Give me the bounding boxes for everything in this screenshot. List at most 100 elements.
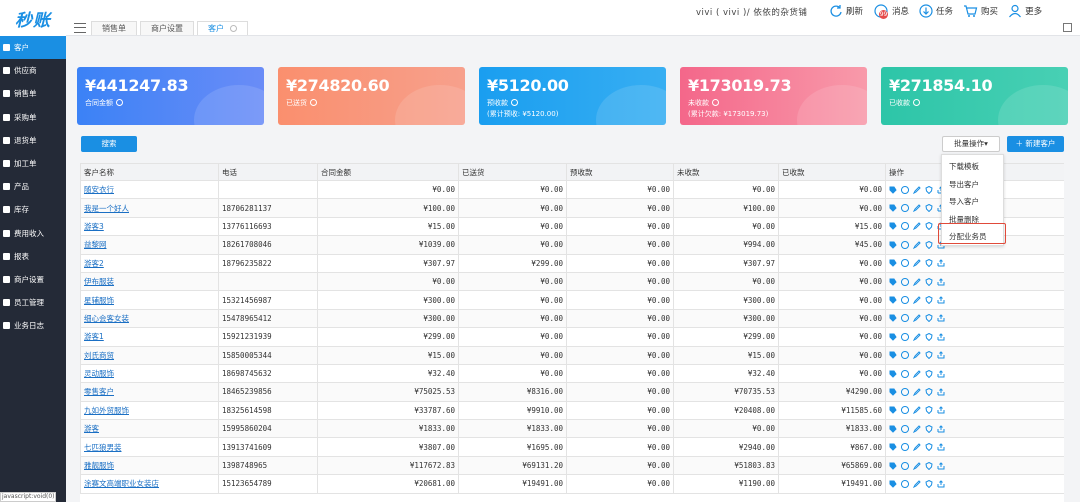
edit-icon[interactable] (913, 425, 921, 433)
tag-icon[interactable] (889, 443, 897, 451)
sidebar-item-inventory[interactable]: 库存 (0, 198, 66, 221)
settings-icon[interactable] (901, 424, 909, 433)
edit-icon[interactable] (913, 259, 921, 268)
tag-icon[interactable] (889, 333, 897, 341)
upload-icon[interactable] (937, 296, 945, 304)
shield-icon[interactable] (925, 222, 933, 231)
sidebar-item-sales-orders[interactable]: 销售单 (0, 82, 66, 105)
help-icon[interactable] (116, 99, 123, 106)
help-icon[interactable] (511, 99, 518, 106)
edit-icon[interactable] (913, 277, 921, 286)
settings-icon[interactable] (901, 369, 909, 378)
shield-icon[interactable] (925, 240, 933, 249)
customer-link[interactable]: 伊布服装 (84, 277, 114, 286)
close-icon[interactable] (230, 25, 237, 32)
col-header-unreceived[interactable]: 未收款 (673, 163, 779, 181)
upload-icon[interactable] (937, 333, 945, 341)
sidebar-item-merchant-settings[interactable]: 商户设置 (0, 268, 66, 291)
sidebar-item-expenses[interactable]: 费用收入 (0, 222, 66, 245)
help-icon[interactable] (712, 99, 719, 106)
upload-icon[interactable] (937, 369, 945, 378)
sidebar-item-customers[interactable]: 客户 (0, 36, 66, 60)
shield-icon[interactable] (925, 259, 933, 268)
edit-icon[interactable] (913, 388, 921, 396)
tag-icon[interactable] (889, 480, 897, 488)
upload-icon[interactable] (937, 314, 945, 322)
tag-icon[interactable] (889, 222, 897, 231)
settings-icon[interactable] (901, 240, 909, 249)
customer-link[interactable]: 游客3 (84, 222, 104, 231)
settings-icon[interactable] (901, 443, 909, 452)
app-logo[interactable]: 秒账 (0, 0, 66, 36)
sidebar-item-logs[interactable]: 业务日志 (0, 314, 66, 337)
customer-link[interactable]: 涂赛文高端职业女装店 (84, 479, 159, 488)
sidebar-item-products[interactable]: 产品 (0, 175, 66, 198)
customer-link[interactable]: 细心会客女装 (84, 314, 129, 323)
settings-icon[interactable] (901, 479, 909, 488)
tab-customers[interactable]: 客户 (197, 21, 248, 35)
menu-item-import-customers[interactable]: 导入客户 (942, 193, 1003, 211)
edit-icon[interactable] (913, 461, 921, 470)
customer-link[interactable]: 游客 (84, 424, 99, 433)
settings-icon[interactable] (901, 259, 909, 268)
upload-icon[interactable] (937, 443, 945, 451)
tag-icon[interactable] (889, 259, 897, 267)
customer-link[interactable]: 游客1 (84, 332, 104, 341)
sidebar-item-reports[interactable]: 报表 (0, 245, 66, 268)
settings-icon[interactable] (901, 296, 909, 304)
batch-actions-button[interactable]: 批量操作▾ (942, 136, 1000, 152)
edit-icon[interactable] (913, 185, 921, 194)
edit-icon[interactable] (913, 351, 921, 360)
tab-merchant-settings[interactable]: 商户设置 (140, 21, 194, 35)
search-button[interactable]: 搜索 (81, 136, 137, 152)
menu-item-export-customers[interactable]: 导出客户 (942, 176, 1003, 194)
buy-button[interactable]: 购买 (963, 4, 998, 18)
shield-icon[interactable] (925, 443, 933, 452)
sidebar-item-returns[interactable]: 退货单 (0, 129, 66, 152)
edit-icon[interactable] (913, 314, 921, 323)
col-header-name[interactable]: 客户名称 (80, 163, 219, 181)
tag-icon[interactable] (889, 204, 897, 212)
tab-sales-order[interactable]: 销售单 (91, 21, 137, 35)
tag-icon[interactable] (889, 314, 897, 323)
edit-icon[interactable] (913, 204, 921, 213)
shield-icon[interactable] (925, 424, 933, 433)
edit-icon[interactable] (913, 369, 921, 378)
upload-icon[interactable] (937, 406, 945, 414)
tasks-button[interactable]: 任务 (919, 4, 953, 18)
customer-link[interactable]: 灵动服饰 (84, 369, 114, 378)
shield-icon[interactable] (925, 406, 933, 415)
settings-icon[interactable] (901, 406, 909, 415)
customer-link[interactable]: 刘氏商贸 (84, 351, 114, 360)
sidebar-item-purchase-orders[interactable]: 采购单 (0, 106, 66, 129)
shield-icon[interactable] (925, 479, 933, 488)
upload-icon[interactable] (937, 461, 945, 470)
customer-link[interactable]: 七匹狼男装 (84, 443, 122, 452)
upload-icon[interactable] (937, 425, 945, 433)
edit-icon[interactable] (913, 296, 921, 305)
col-header-contract[interactable]: 合同金额 (317, 163, 459, 181)
shield-icon[interactable] (925, 332, 933, 341)
customer-link[interactable]: 九如外贸服饰 (84, 406, 129, 415)
shield-icon[interactable] (925, 277, 933, 286)
col-header-phone[interactable]: 电话 (218, 163, 318, 181)
edit-icon[interactable] (913, 480, 921, 488)
new-customer-button[interactable]: ＋ 新建客户 (1007, 136, 1064, 152)
customer-link[interactable]: 我是一个好人 (84, 204, 129, 213)
customer-link[interactable]: 益黎网 (84, 240, 107, 249)
tag-icon[interactable] (889, 278, 897, 286)
customer-link[interactable]: 随安衣行 (84, 185, 114, 194)
upload-icon[interactable] (937, 388, 945, 396)
help-icon[interactable] (913, 99, 920, 106)
upload-icon[interactable] (937, 259, 945, 267)
settings-icon[interactable] (901, 185, 909, 194)
upload-icon[interactable] (937, 351, 945, 359)
sidebar-item-processing[interactable]: 加工单 (0, 152, 66, 175)
more-button[interactable]: 更多 (1008, 4, 1042, 18)
messages-button[interactable]: 99 消息 (873, 3, 909, 19)
tag-icon[interactable] (889, 462, 897, 470)
settings-icon[interactable] (901, 222, 909, 231)
shield-icon[interactable] (925, 314, 933, 323)
fullscreen-icon[interactable] (1063, 23, 1072, 32)
col-header-delivered[interactable]: 已送货 (458, 163, 567, 181)
